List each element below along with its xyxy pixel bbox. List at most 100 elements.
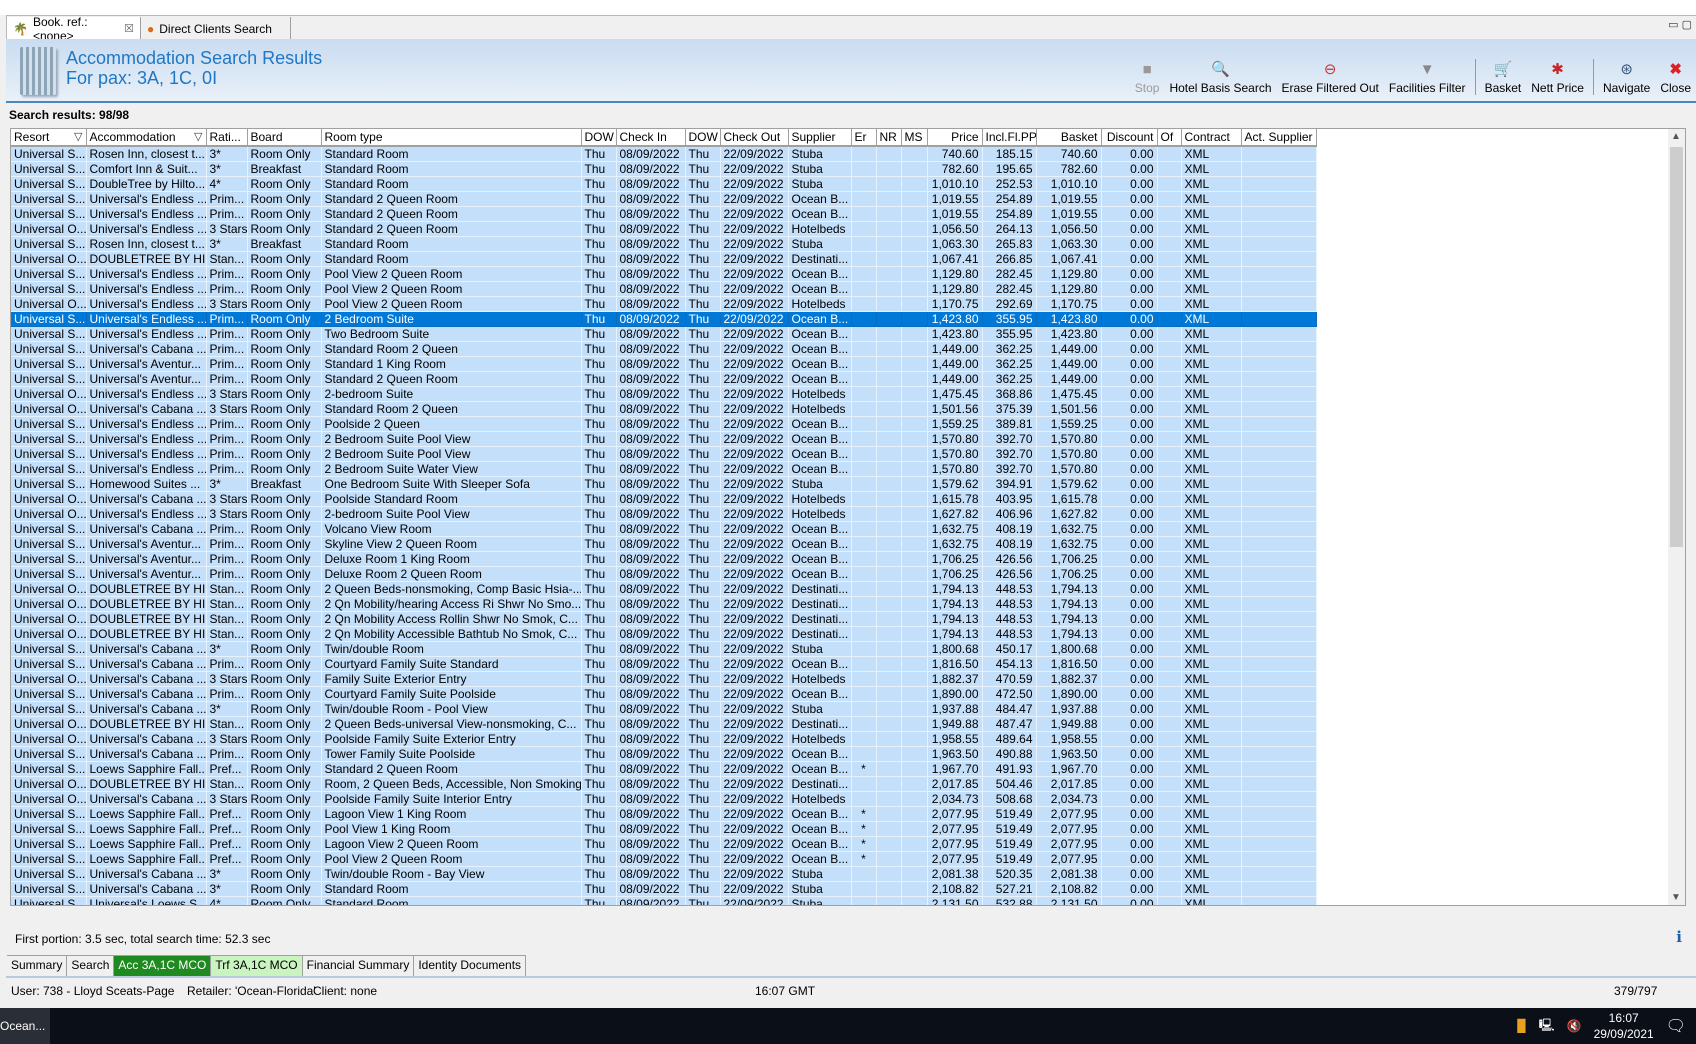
column-header[interactable]: Rati... <box>206 129 248 147</box>
table-row[interactable]: Universal S... Rosen Inn, closest t... 3* B… <box>11 236 1317 252</box>
table-row[interactable]: Universal S... Universal's Loews S... 4* Ro… <box>11 896 1317 905</box>
navigate-button[interactable]: ⊛ Navigate <box>1598 59 1655 95</box>
table-row[interactable]: Universal O... Universal's Endless ... 3 S… <box>11 296 1317 312</box>
table-row[interactable]: Universal O... Universal's Cabana ... 3 St… <box>11 401 1317 417</box>
hotel-basis-search-button[interactable]: 🔍 Hotel Basis Search <box>1164 59 1276 95</box>
table-row[interactable]: Universal S... Universal's Cabana ... Prim… <box>11 521 1317 537</box>
volume-muted-icon[interactable]: 🔇 <box>1567 1019 1582 1033</box>
column-header[interactable]: Act. Supplier <box>1241 129 1317 147</box>
tab-summary[interactable]: Summary <box>7 956 68 976</box>
column-header[interactable]: Board <box>247 129 322 147</box>
table-row[interactable]: Universal S... Loews Sapphire Fall... Pref… <box>11 821 1317 837</box>
table-row[interactable]: Universal S... Comfort Inn & Suit... 3* Bre… <box>11 161 1317 177</box>
tab-direct-clients-search[interactable]: ● Direct Clients Search <box>141 17 291 40</box>
table-row[interactable]: Universal S... Universal's Endless ... Pri… <box>11 266 1317 282</box>
table-row[interactable]: Universal S... Universal's Cabana ... Prim… <box>11 686 1317 702</box>
info-icon[interactable]: i <box>1676 928 1682 946</box>
table-row[interactable]: Universal O... DOUBLETREE BY HI... Stan...… <box>11 611 1317 627</box>
tab-identity-documents[interactable]: Identity Documents <box>414 956 527 976</box>
table-row[interactable]: Universal O... Universal's Endless ... 3 S… <box>11 506 1317 522</box>
column-header[interactable]: Price <box>927 129 983 147</box>
table-row[interactable]: Universal O... DOUBLETREE BY HI... Stan...… <box>11 776 1317 792</box>
column-header[interactable]: MS <box>901 129 928 147</box>
column-header[interactable]: Check Out <box>720 129 789 147</box>
table-row[interactable]: Universal S... Loews Sapphire Fall... Pref… <box>11 806 1317 822</box>
column-header[interactable]: Accommodation ▽ <box>86 129 207 147</box>
table-row[interactable]: Universal S... Universal's Cabana ... Prim… <box>11 746 1317 762</box>
column-header[interactable]: Incl.Fl.PP <box>982 129 1037 147</box>
table-row[interactable]: Universal S... Universal's Endless ... Pri… <box>11 446 1317 462</box>
table-row[interactable]: Universal S... DoubleTree by Hilto... 4* Ro… <box>11 176 1317 192</box>
table-row[interactable]: Universal S... Rosen Inn, closest t... 3* R… <box>11 146 1317 162</box>
table-row[interactable]: Universal O... Universal's Endless ... 3 S… <box>11 221 1317 237</box>
scrollbar-thumb[interactable] <box>1670 147 1683 547</box>
table-row[interactable]: Universal S... Loews Sapphire Fall... Pref… <box>11 851 1317 867</box>
column-header[interactable]: DOW <box>685 129 721 147</box>
table-row[interactable]: Universal S... Universal's Aventur... Prim… <box>11 566 1317 582</box>
app-tray-icon[interactable]: ▉ <box>1517 1019 1526 1033</box>
table-row[interactable]: Universal S... Universal's Endless ... Pri… <box>11 431 1317 447</box>
close-button[interactable]: ✖ Close <box>1655 59 1696 95</box>
table-row[interactable]: Universal S... Universal's Endless ... Pri… <box>11 461 1317 477</box>
table-row[interactable]: Universal S... Universal's Aventur... Prim… <box>11 371 1317 387</box>
column-header[interactable]: NR <box>876 129 902 147</box>
table-row[interactable]: Universal O... Universal's Endless ... 3 S… <box>11 386 1317 402</box>
table-row[interactable]: Universal S... Homewood Suites ... 3* Break… <box>11 476 1317 492</box>
table-row[interactable]: Universal S... Universal's Cabana ... 3* Ro… <box>11 866 1317 882</box>
filter-icon[interactable]: ▽ <box>74 130 82 143</box>
tab-search[interactable]: Search <box>67 956 115 976</box>
close-tab-icon[interactable]: ☒ <box>124 22 134 35</box>
table-row[interactable]: Universal S... Universal's Endless ... Pri… <box>11 326 1317 342</box>
network-icon[interactable]: 🖳 <box>1539 1016 1555 1037</box>
table-row[interactable]: Universal S... Loews Sapphire Fall... Pref… <box>11 761 1317 777</box>
column-header[interactable]: Of <box>1157 129 1182 147</box>
table-row[interactable]: Universal O... DOUBLETREE BY HI... Stan...… <box>11 626 1317 642</box>
column-header[interactable]: Supplier <box>788 129 852 147</box>
scroll-down-icon[interactable]: ▼ <box>1671 892 1681 903</box>
column-header[interactable]: DOW <box>581 129 617 147</box>
nett-price-button[interactable]: ✱ Nett Price <box>1526 59 1589 95</box>
basket-button[interactable]: 🛒 Basket <box>1480 59 1527 95</box>
table-row[interactable]: Universal S... Universal's Endless ... Pri… <box>11 416 1317 432</box>
tab-accommodation[interactable]: Acc 3A,1C MCO <box>114 956 212 976</box>
filter-icon[interactable]: ▽ <box>194 130 202 143</box>
table-row[interactable]: Universal S... Universal's Endless ... Pri… <box>11 206 1317 222</box>
table-row[interactable]: Universal O... Universal's Cabana ... 3 St… <box>11 671 1317 687</box>
table-row[interactable]: Universal S... Loews Sapphire Fall... Pref… <box>11 836 1317 852</box>
column-header[interactable]: Discount <box>1101 129 1158 147</box>
table-row[interactable]: Universal O... DOUBLETREE BY HI... Stan...… <box>11 581 1317 597</box>
column-header[interactable]: Check In <box>616 129 686 147</box>
taskbar-app-ocean[interactable]: Ocean... <box>0 1008 50 1044</box>
table-row[interactable]: Universal S... Universal's Endless ... Pri… <box>11 191 1317 207</box>
table-row[interactable]: Universal S... Universal's Cabana ... 3* Ro… <box>11 701 1317 717</box>
column-header[interactable]: Basket <box>1036 129 1102 147</box>
table-row[interactable]: Universal S... Universal's Cabana ... Prim… <box>11 656 1317 672</box>
tab-transfer[interactable]: Trf 3A,1C MCO <box>211 956 303 976</box>
table-row[interactable]: Universal O... Universal's Cabana ... 3 St… <box>11 731 1317 747</box>
tab-financial-summary[interactable]: Financial Summary <box>303 956 415 976</box>
table-row[interactable]: Universal O... DOUBLETREE BY HI... Stan...… <box>11 596 1317 612</box>
erase-filtered-out-button[interactable]: ⊖ Erase Filtered Out <box>1277 59 1384 95</box>
column-header[interactable]: Contract <box>1181 129 1242 147</box>
table-row[interactable]: Universal O... Universal's Cabana ... 3 St… <box>11 491 1317 507</box>
facilities-filter-button[interactable]: ▼ Facilities Filter <box>1384 59 1471 95</box>
table-row[interactable]: Universal S... Universal's Cabana ... Prim… <box>11 341 1317 357</box>
table-row[interactable]: Universal S... Universal's Aventur... Prim… <box>11 551 1317 567</box>
column-header[interactable]: Room type <box>321 129 582 147</box>
table-row[interactable]: Universal O... DOUBLETREE BY HI... Stan...… <box>11 251 1317 267</box>
table-row[interactable]: Universal S... Universal's Endless ... Pri… <box>11 311 1317 327</box>
notifications-icon[interactable]: 🗨 <box>1666 1016 1686 1036</box>
clock[interactable]: 16:07 29/09/2021 <box>1594 1010 1654 1042</box>
tab-booking-ref[interactable]: 🌴 Book. ref.: <none> ☒ <box>7 15 141 43</box>
table-row[interactable]: Universal O... Universal's Cabana ... 3 St… <box>11 791 1317 807</box>
stop-button[interactable]: ■ Stop <box>1130 59 1165 95</box>
restore-icon[interactable]: ▢ <box>1682 19 1692 31</box>
minimize-icon[interactable]: ▭ <box>1668 19 1678 31</box>
table-row[interactable]: Universal S... Universal's Cabana ... 3* Ro… <box>11 881 1317 897</box>
table-row[interactable]: Universal S... Universal's Aventur... Prim… <box>11 356 1317 372</box>
table-row[interactable]: Universal S... Universal's Cabana ... 3* Ro… <box>11 641 1317 657</box>
column-header[interactable]: Resort ▽ <box>11 129 87 147</box>
vertical-scrollbar[interactable]: ▲ ▼ <box>1668 129 1685 905</box>
scroll-up-icon[interactable]: ▲ <box>1671 131 1681 142</box>
table-row[interactable]: Universal S... Universal's Aventur... Prim… <box>11 536 1317 552</box>
